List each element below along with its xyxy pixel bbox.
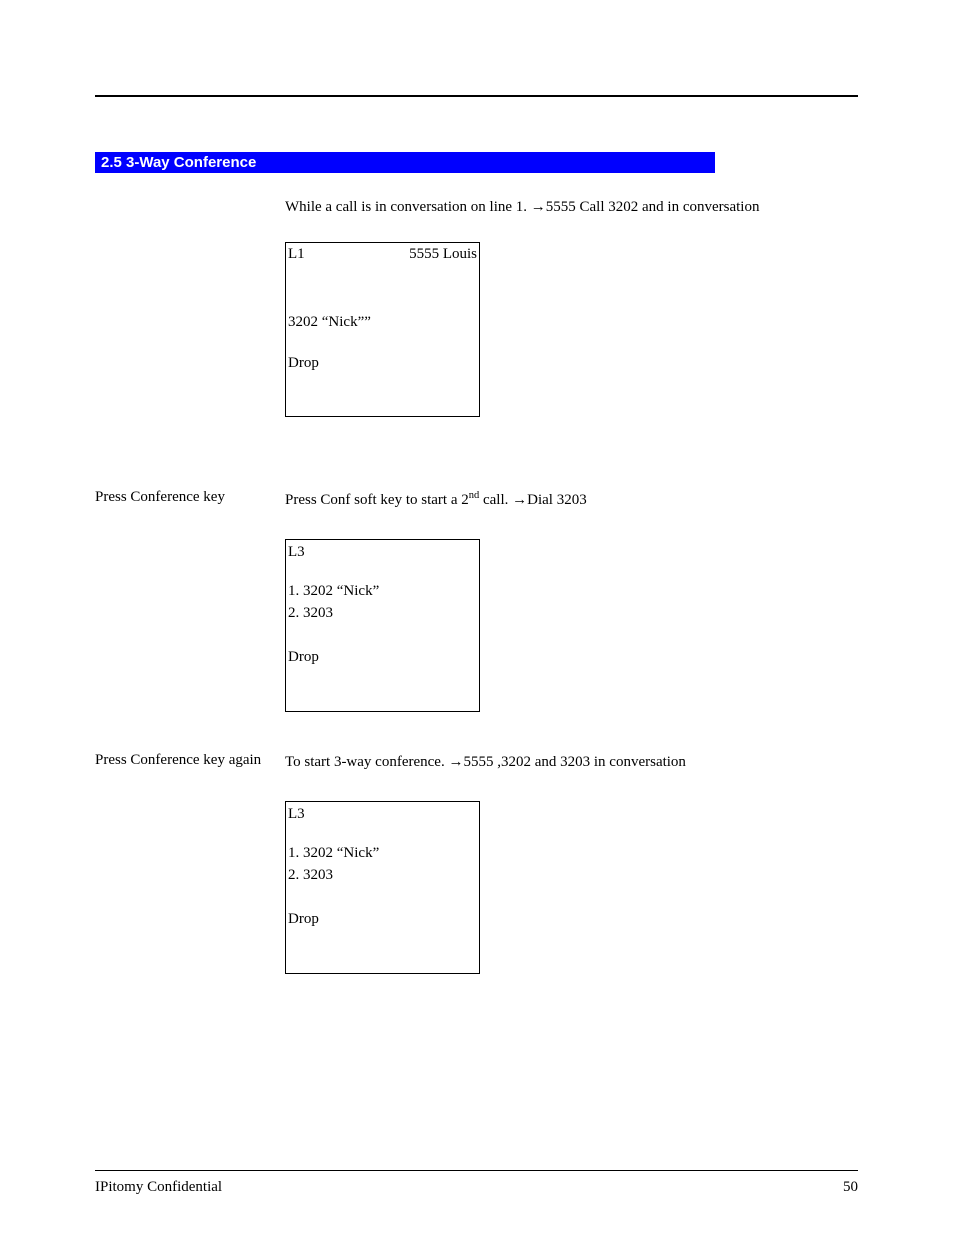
step-3-left: Press Conference key again (95, 752, 285, 769)
step-3-text-before: To start 3-way conference. (285, 754, 448, 770)
step-1-text-before: While a call is in conversation on line … (285, 199, 531, 215)
phone-display-3: L3 1. 3202 “Nick” 2. 3203 Drop (285, 801, 480, 974)
arrow-icon: → (448, 754, 463, 770)
display-2-line-label: L3 (288, 542, 477, 564)
arrow-icon: → (531, 199, 546, 215)
step-3-left-text: Press Conference key again (95, 752, 261, 768)
step-2-left-text: Press Conference key (95, 489, 225, 505)
page-content: 2.5 3-Way Conference While a call is in … (95, 95, 858, 974)
display-1-softkey: Drop (288, 354, 477, 374)
display-1-line-label: L1 (288, 245, 305, 265)
phone-display-1: L1 5555 Louis 3202 “Nick”” Drop (285, 242, 480, 417)
footer-rule (95, 1170, 858, 1171)
display-1-topline: L1 5555 Louis (288, 245, 477, 265)
footer-left: IPitomy Confidential (95, 1179, 222, 1196)
footer-row: IPitomy Confidential 50 (95, 1179, 858, 1196)
step-3-row: Press Conference key again To start 3-wa… (95, 752, 858, 974)
spacer (95, 712, 858, 752)
step-1-text: While a call is in conversation on line … (285, 197, 858, 218)
display-3-row1: 1. 3202 “Nick” (288, 843, 477, 865)
step-1-row: While a call is in conversation on line … (95, 197, 858, 417)
step-2-row: Press Conference key Press Conf soft key… (95, 489, 858, 712)
phone-display-2: L3 1. 3202 “Nick” 2. 3203 Drop (285, 539, 480, 712)
arrow-icon: → (512, 492, 527, 508)
step-3-text-after: 5555 ,3202 and 3203 in conversation (463, 754, 685, 770)
step-2-text-mid: call. (479, 492, 512, 508)
step-2-text-before: Press Conf soft key to start a 2 (285, 492, 469, 508)
display-3-softkey: Drop (288, 909, 477, 931)
section-heading-text: 2.5 3-Way Conference (101, 154, 256, 171)
display-2-softkey: Drop (288, 647, 477, 669)
step-1-text-after: 5555 Call 3202 and in conversation (546, 199, 760, 215)
step-1-right: While a call is in conversation on line … (285, 197, 858, 417)
page-footer: IPitomy Confidential 50 (95, 1170, 858, 1196)
step-2-left: Press Conference key (95, 489, 285, 506)
header-rule (95, 95, 858, 97)
display-1-header-right: 5555 Louis (409, 245, 477, 265)
display-3-row2: 2. 3203 (288, 865, 477, 887)
display-1-mid: 3202 “Nick”” (288, 313, 477, 333)
step-3-text: To start 3-way conference. →5555 ,3202 a… (285, 752, 858, 773)
step-2-right: Press Conf soft key to start a 2nd call.… (285, 489, 858, 712)
step-2-sup: nd (469, 490, 480, 501)
section-heading-bar: 2.5 3-Way Conference (95, 152, 715, 173)
display-2-row2: 2. 3203 (288, 603, 477, 625)
step-3-right: To start 3-way conference. →5555 ,3202 a… (285, 752, 858, 974)
footer-page-number: 50 (843, 1179, 858, 1196)
step-2-text-after: Dial 3203 (527, 492, 587, 508)
display-2-row1: 1. 3202 “Nick” (288, 581, 477, 603)
step-2-text: Press Conf soft key to start a 2nd call.… (285, 489, 858, 511)
spacer (95, 417, 858, 489)
display-3-line-label: L3 (288, 804, 477, 826)
